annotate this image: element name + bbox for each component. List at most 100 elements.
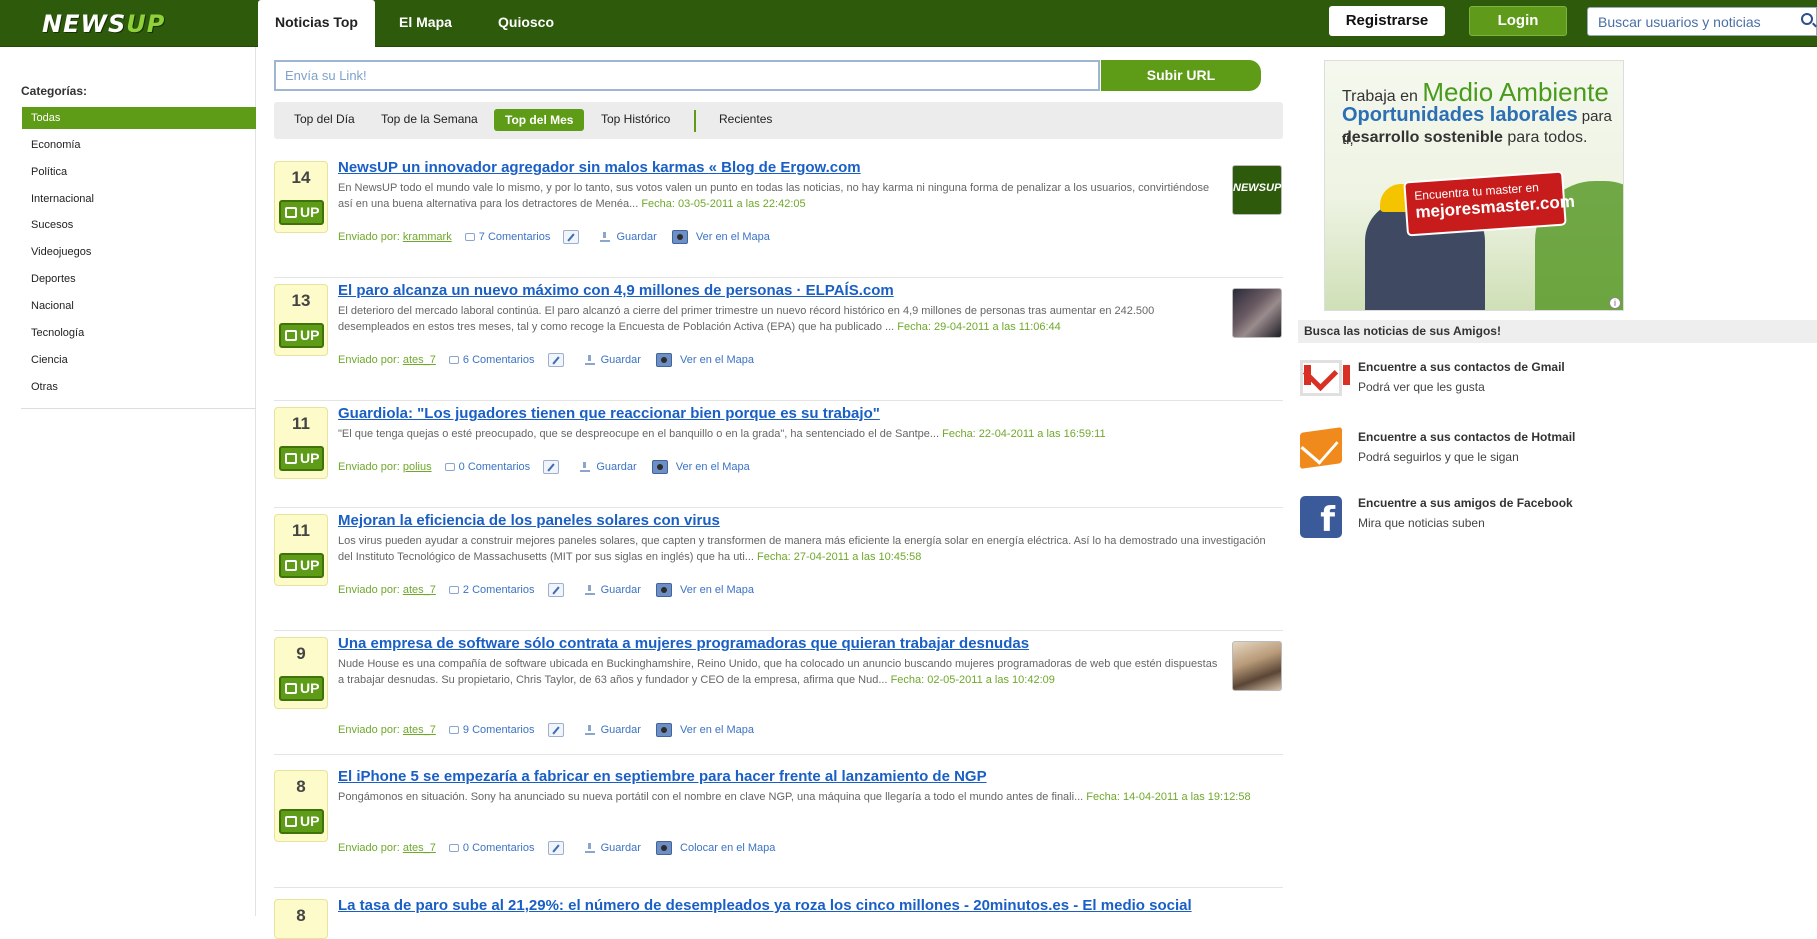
category-politica[interactable]: Política [22,161,256,183]
category-economia[interactable]: Economía [22,134,256,156]
vote-count: 8 [296,906,306,925]
news-date: Fecha: 14-04-2011 a las 19:12:58 [1086,791,1251,803]
search-icon[interactable] [1801,13,1813,25]
tab-el-mapa[interactable]: El Mapa [399,14,452,30]
comments-link[interactable]: 7 Comentarios [479,231,551,243]
vote-box: 11 UP [274,407,328,479]
news-meta: Enviado por: ates_7 6 Comentarios Guarda… [338,353,755,367]
friend-item-title[interactable]: Encuentre a sus amigos de Facebook [1358,496,1573,510]
news-title-link[interactable]: La tasa de paro sube al 21,29%: el númer… [338,897,1192,914]
edit-icon[interactable] [547,723,564,737]
author-link[interactable]: polius [403,461,432,473]
news-title-link[interactable]: Mejoran la eficiencia de los paneles sol… [338,512,720,529]
comments-link[interactable]: 9 Comentarios [463,724,535,736]
author-link[interactable]: ates_7 [403,584,436,596]
category-deportes[interactable]: Deportes [22,268,256,290]
register-button[interactable]: Registrarse [1329,6,1445,36]
map-icon [671,230,688,244]
upload-url-button[interactable]: Subir URL [1101,60,1261,91]
advertisement-banner[interactable]: Trabaja en Medio Ambiente Oportunidades … [1324,60,1624,311]
filter-recientes[interactable]: Recientes [719,112,772,126]
save-link[interactable]: Guardar [616,231,656,243]
save-link[interactable]: Guardar [601,724,641,736]
filter-top-mes[interactable]: Top del Mes [494,109,585,131]
login-button[interactable]: Login [1469,6,1567,36]
map-link[interactable]: Ver en el Mapa [680,354,754,366]
friend-item-subtitle: Podrá seguirlos y que le sigan [1358,450,1519,464]
edit-icon[interactable] [543,460,560,474]
comments-link[interactable]: 2 Comentarios [463,584,535,596]
news-thumbnail[interactable] [1232,288,1282,338]
news-title-link[interactable]: Guardiola: "Los jugadores tienen que rea… [338,405,880,422]
category-internacional[interactable]: Internacional [22,188,256,210]
map-link[interactable]: Ver en el Mapa [696,231,770,243]
thumb-up-icon [285,683,297,694]
category-tecnologia[interactable]: Tecnología [22,322,256,344]
edit-icon[interactable] [547,841,564,855]
hotmail-contacts-item[interactable]: Encuentre a sus contactos de Hotmail Pod… [1298,427,1798,480]
ad-cta-badge[interactable]: Encuentra tu master en mejoresmaster.com [1403,170,1575,237]
vote-up-button[interactable]: UP [279,676,324,701]
thumb-up-icon [285,330,297,341]
vote-up-button[interactable]: UP [279,200,324,225]
edit-icon[interactable] [563,230,580,244]
vote-up-button[interactable]: UP [279,446,324,471]
category-nacional[interactable]: Nacional [22,295,256,317]
author-link[interactable]: ates_7 [403,354,436,366]
news-title-link[interactable]: NewsUP un innovador agregador sin malos … [338,159,861,176]
filter-top-semana[interactable]: Top de la Semana [381,112,478,126]
vote-count: 11 [292,521,310,540]
newsup-logo[interactable]: NEWSUP [42,10,165,38]
filter-top-dia[interactable]: Top del Día [294,112,355,126]
facebook-friends-item[interactable]: f Encuentre a sus amigos de Facebook Mir… [1298,496,1798,546]
category-otras[interactable]: Otras [22,376,256,398]
category-todas[interactable]: Todas [22,107,256,129]
gmail-contacts-item[interactable]: Encuentre a sus contactos de Gmail Podrá… [1298,360,1798,410]
category-videojuegos[interactable]: Videojuegos [22,241,256,263]
author-link[interactable]: ates_7 [403,842,436,854]
map-icon [656,353,673,367]
news-date: Fecha: 29-04-2011 a las 11:06:44 [897,321,1061,333]
comment-icon [444,463,455,471]
map-link[interactable]: Ver en el Mapa [676,461,750,473]
filter-top-historico[interactable]: Top Histórico [601,112,670,126]
ad-info-icon[interactable]: i [1609,297,1621,309]
save-icon [600,232,611,242]
news-thumbnail[interactable] [1232,641,1282,691]
tab-quiosco[interactable]: Quiosco [498,14,554,30]
news-title-link[interactable]: El iPhone 5 se empezaría a fabricar en s… [338,768,987,785]
save-link[interactable]: Guardar [596,461,636,473]
category-ciencia[interactable]: Ciencia [22,349,256,371]
comments-link[interactable]: 0 Comentarios [463,842,535,854]
edit-icon[interactable] [547,353,564,367]
save-icon [584,355,595,365]
author-link[interactable]: krammark [403,231,452,243]
news-title-link[interactable]: Una empresa de software sólo contrata a … [338,635,1029,652]
save-link[interactable]: Guardar [601,584,641,596]
vote-up-button[interactable]: UP [279,809,324,834]
search-input[interactable] [1587,7,1817,36]
vote-up-button[interactable]: UP [279,323,324,348]
category-sucesos[interactable]: Sucesos [22,214,256,236]
comments-link[interactable]: 6 Comentarios [463,354,535,366]
vote-count: 8 [296,777,306,796]
vote-box: 14 UP [274,161,328,233]
author-link[interactable]: ates_7 [403,724,436,736]
friend-item-title[interactable]: Encuentre a sus contactos de Gmail [1358,360,1565,374]
friend-item-title[interactable]: Encuentre a sus contactos de Hotmail [1358,430,1575,444]
map-link[interactable]: Ver en el Mapa [680,724,754,736]
map-link[interactable]: Ver en el Mapa [680,584,754,596]
save-link[interactable]: Guardar [601,354,641,366]
map-icon [656,583,673,597]
submit-link-input[interactable] [274,60,1100,91]
friends-heading: Busca las noticias de sus Amigos! [1298,320,1817,343]
save-link[interactable]: Guardar [601,842,641,854]
comments-link[interactable]: 0 Comentarios [459,461,531,473]
comment-icon [464,233,475,241]
edit-icon[interactable] [547,583,564,597]
news-thumbnail[interactable]: NEWSUP [1232,165,1282,215]
vote-up-button[interactable]: UP [279,553,324,578]
news-title-link[interactable]: El paro alcanza un nuevo máximo con 4,9 … [338,282,894,299]
map-link[interactable]: Colocar en el Mapa [680,842,775,854]
tab-noticias-top[interactable]: Noticias Top [258,0,375,47]
